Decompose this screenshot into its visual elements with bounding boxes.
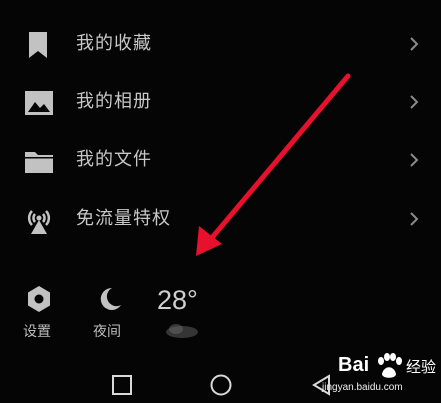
watermark-brand: Bai bbox=[338, 354, 370, 376]
recent-apps-square-icon[interactable] bbox=[111, 374, 133, 396]
watermark-brand-suffix: 经验 bbox=[406, 358, 437, 376]
baidu-jingyan-watermark: Bai 经验 jingyan.baidu.com bbox=[316, 350, 441, 400]
screen: 我的收藏 我的相册 我的文件 免流量特权 设置 夜间 28° Bai 经验 ji… bbox=[0, 0, 441, 403]
baidu-paw-logo-icon bbox=[378, 353, 402, 378]
watermark-url: jingyan.baidu.com bbox=[322, 382, 403, 393]
home-circle-icon[interactable] bbox=[209, 373, 233, 397]
annotation-arrow bbox=[196, 73, 351, 256]
